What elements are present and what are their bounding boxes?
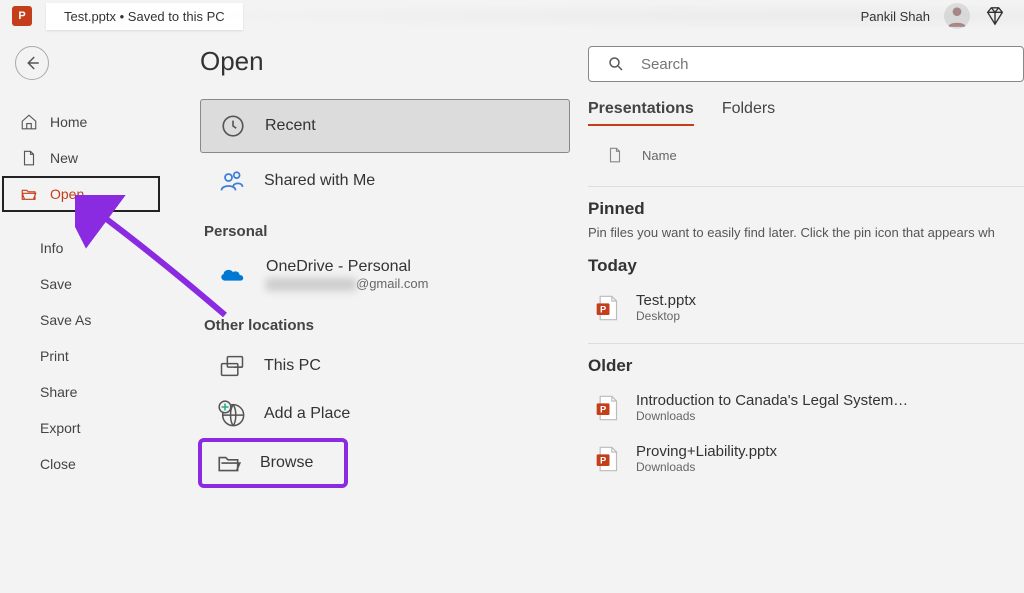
browse-label: Browse (260, 454, 313, 472)
column-name-label: Name (642, 148, 677, 163)
powerpoint-app-icon: P (12, 6, 32, 26)
location-browse[interactable]: Browse (198, 438, 348, 488)
nav-save-as[interactable]: Save As (0, 302, 168, 338)
back-button[interactable] (15, 46, 49, 80)
file-row[interactable]: P Test.pptx Desktop (588, 282, 1024, 333)
pptx-file-icon: P (592, 445, 620, 473)
nav-save[interactable]: Save (0, 266, 168, 302)
search-icon (607, 55, 625, 73)
nav-close[interactable]: Close (0, 446, 168, 482)
browse-folder-icon (216, 450, 242, 476)
home-icon (20, 113, 38, 131)
search-box[interactable] (588, 46, 1024, 82)
pinned-hint: Pin files you want to easily find later.… (588, 225, 1024, 240)
file-name: Introduction to Canada's Legal System… (636, 392, 908, 409)
page-title: Open (200, 46, 570, 77)
nav-home[interactable]: Home (0, 104, 168, 140)
nav-open-label: Open (50, 186, 84, 202)
location-add-place[interactable]: Add a Place (200, 390, 570, 438)
svg-text:P: P (600, 404, 606, 414)
add-place-globe-icon (218, 400, 246, 428)
avatar-icon (944, 3, 970, 29)
search-input[interactable] (641, 56, 1005, 73)
nav-new-label: New (50, 150, 78, 166)
svg-text:P: P (600, 455, 606, 465)
file-row[interactable]: P Proving+Liability.pptx Downloads (588, 433, 1024, 484)
user-avatar[interactable] (944, 3, 970, 29)
file-name: Proving+Liability.pptx (636, 443, 777, 460)
nav-open[interactable]: Open (2, 176, 160, 212)
location-shared[interactable]: Shared with Me (200, 155, 570, 207)
file-location: Downloads (636, 460, 777, 474)
add-place-label: Add a Place (264, 405, 350, 423)
section-older: Older (588, 356, 1024, 376)
this-pc-label: This PC (264, 357, 321, 375)
file-name: Test.pptx (636, 292, 696, 309)
file-location: Downloads (636, 409, 908, 423)
document-icon (20, 149, 38, 167)
location-onedrive[interactable]: OneDrive - Personal @gmail.com (200, 248, 570, 301)
column-header[interactable]: Name (588, 138, 1024, 176)
folder-open-icon (20, 185, 38, 203)
file-location: Desktop (636, 309, 696, 323)
back-arrow-icon (23, 54, 41, 72)
onedrive-label: OneDrive - Personal (266, 258, 428, 276)
tab-presentations[interactable]: Presentations (588, 100, 694, 126)
shared-people-icon (218, 167, 246, 195)
location-shared-label: Shared with Me (264, 172, 375, 190)
svg-text:P: P (600, 304, 606, 314)
pptx-file-icon: P (592, 294, 620, 322)
this-pc-icon (218, 352, 246, 380)
tab-folders[interactable]: Folders (722, 100, 775, 126)
section-pinned: Pinned (588, 199, 1024, 219)
nav-info[interactable]: Info (0, 230, 168, 266)
location-recent-label: Recent (265, 117, 316, 135)
window-title: Test.pptx • Saved to this PC (46, 3, 243, 30)
nav-new[interactable]: New (0, 140, 168, 176)
section-today: Today (588, 256, 1024, 276)
location-this-pc[interactable]: This PC (200, 342, 570, 390)
nav-share[interactable]: Share (0, 374, 168, 410)
nav-print[interactable]: Print (0, 338, 168, 374)
backstage-sidebar: Home New Open Info Save Save As Print Sh… (0, 32, 168, 593)
section-other-locations: Other locations (204, 317, 570, 334)
section-personal: Personal (204, 223, 570, 240)
file-header-icon (606, 146, 624, 164)
onedrive-cloud-icon (218, 265, 248, 285)
separator (588, 343, 1024, 344)
nav-home-label: Home (50, 114, 87, 130)
location-recent[interactable]: Recent (200, 99, 570, 153)
nav-export[interactable]: Export (0, 410, 168, 446)
pptx-file-icon: P (592, 394, 620, 422)
file-row[interactable]: P Introduction to Canada's Legal System…… (588, 382, 1024, 433)
onedrive-email: @gmail.com (266, 276, 428, 291)
user-name: Pankil Shah (861, 9, 930, 24)
recent-clock-icon (219, 112, 247, 140)
separator (588, 186, 1024, 187)
premium-diamond-icon[interactable] (984, 5, 1006, 27)
